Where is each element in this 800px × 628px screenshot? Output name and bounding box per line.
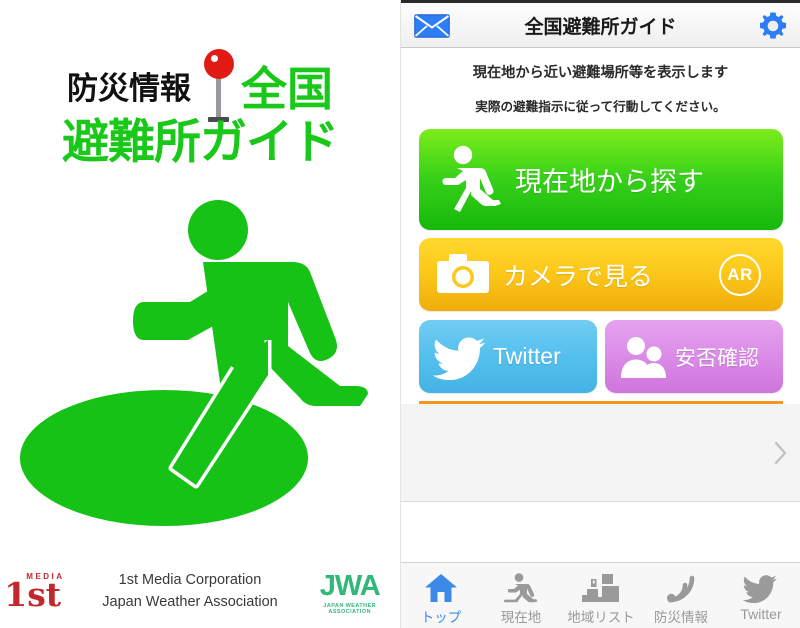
- running-person-icon: [503, 570, 539, 603]
- map-pin-stick: [216, 76, 221, 120]
- camera-ar-button[interactable]: カメラで見る AR: [419, 238, 783, 311]
- app-screenshot-panel: 全国避難所ガイド 現在地から近い避難場所等を表示します 実際の避難指示に従って行…: [400, 0, 800, 628]
- search-current-location-button[interactable]: 現在地から探す: [419, 129, 783, 230]
- media1st-logo: MEDIA 1st: [4, 570, 76, 614]
- app-header: 全国避難所ガイド: [401, 3, 800, 48]
- tab-current-location[interactable]: 現在地: [481, 563, 561, 628]
- chevron-right-icon: [774, 441, 787, 464]
- running-person-icon: [442, 145, 501, 212]
- footer-credits: MEDIA 1st 1st Media Corporation Japan We…: [0, 562, 400, 622]
- twitter-button[interactable]: Twitter: [419, 320, 597, 393]
- map-pin-highlight: [211, 55, 218, 62]
- action-button-stack: 現在地から探す カメラで見る AR Twitter 安否確認: [401, 125, 800, 404]
- buildings-icon: [582, 570, 620, 603]
- twitter-bird-icon: [742, 570, 780, 603]
- bottom-tab-bar: トップ 現在地 地域リスト 防災情報 Twitter: [401, 562, 800, 628]
- media1st-main-text: 1st: [4, 575, 62, 614]
- envelope-icon[interactable]: [414, 14, 450, 38]
- tab-disaster-info-label: 防災情報: [654, 610, 708, 626]
- twitter-label: Twitter: [493, 343, 561, 369]
- tab-area-list[interactable]: 地域リスト: [561, 563, 641, 628]
- map-pin-head: [204, 49, 234, 79]
- secondary-button-row: Twitter 安否確認: [419, 320, 783, 393]
- tab-twitter[interactable]: Twitter: [721, 563, 800, 628]
- rss-icon: [665, 570, 697, 603]
- gear-icon[interactable]: [758, 11, 788, 41]
- twitter-bird-icon: [433, 337, 486, 380]
- screenshot-root: 防災情報 全国 避難所ガイド MEDIA 1st 1st Media Corpo…: [0, 0, 800, 628]
- tab-top[interactable]: トップ: [401, 563, 481, 628]
- camera-ar-label: カメラで見る: [503, 261, 654, 291]
- tab-twitter-label: Twitter: [740, 606, 782, 622]
- jwa-sub-text: JAPAN WEATHER ASSOCIATION: [323, 603, 377, 615]
- camera-icon: [437, 253, 489, 293]
- tab-disaster-info[interactable]: 防災情報: [641, 563, 721, 628]
- logo-zenkoku-text: 全国: [241, 62, 333, 116]
- safety-check-label: 安否確認: [675, 345, 759, 370]
- app-logo: 防災情報 全国 避難所ガイド: [0, 22, 400, 167]
- intro-line-2: 実際の避難指示に従って行動してください。: [475, 99, 726, 114]
- tab-current-location-label: 現在地: [500, 610, 542, 626]
- left-logo-panel: 防災情報 全国 避難所ガイド MEDIA 1st 1st Media Corpo…: [0, 0, 400, 628]
- tab-top-label: トップ: [420, 610, 462, 626]
- promo-banner[interactable]: [401, 404, 800, 502]
- corp-line-2: Japan Weather Association: [102, 594, 278, 610]
- intro-line-1: 現在地から近い避難場所等を表示します: [472, 65, 729, 81]
- two-people-icon: [621, 336, 666, 378]
- logo-bousai-text: 防災情報: [67, 70, 191, 107]
- home-icon: [424, 570, 458, 603]
- logo-line-2: 避難所ガイド: [62, 115, 339, 170]
- tab-area-list-label: 地域リスト: [567, 610, 635, 626]
- safety-check-button[interactable]: 安否確認: [605, 320, 783, 393]
- app-title: 全国避難所ガイド: [524, 15, 677, 38]
- ar-badge: AR: [719, 253, 761, 296]
- jwa-main-text: JWA: [319, 570, 381, 602]
- search-current-location-label: 現在地から探す: [515, 167, 704, 198]
- intro-text-block: 現在地から近い避難場所等を表示します 実際の避難指示に従って行動してください。: [401, 48, 800, 125]
- jwa-logo: JWA JAPAN WEATHER ASSOCIATION: [304, 570, 396, 616]
- corporation-names: 1st Media Corporation Japan Weather Asso…: [102, 570, 277, 614]
- logo-line-1: 防災情報 全国: [0, 49, 400, 122]
- running-person-evacuation-icon: [20, 200, 368, 526]
- corp-line-1: 1st Media Corporation: [118, 572, 262, 589]
